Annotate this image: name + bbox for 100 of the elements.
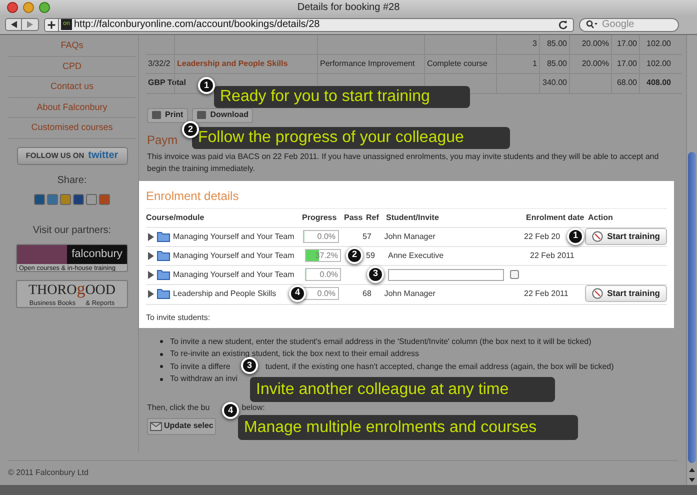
download-button[interactable]: Download	[192, 108, 254, 122]
number-badge: 4	[222, 402, 239, 419]
reload-icon[interactable]	[557, 18, 569, 30]
invoice-cell: 102.00	[646, 58, 671, 70]
course-name: Leadership and People Skills	[173, 288, 276, 300]
column-header: Pass	[344, 212, 364, 224]
partners-label: Visit our partners:	[32, 224, 112, 238]
close-icon[interactable]	[7, 2, 18, 13]
back-button[interactable]	[5, 18, 22, 31]
search-placeholder: Google	[602, 18, 634, 32]
invite-checkbox[interactable]	[510, 270, 519, 279]
invoice-cell: Performance Improvement	[320, 58, 415, 70]
student-name: Anne Executive	[388, 250, 444, 262]
instruction-text: To withdraw an invi	[170, 373, 238, 386]
student-name: John Manager	[384, 230, 436, 242]
window-title: Details for booking #28	[296, 1, 401, 15]
invoice-cell: 20.00%	[582, 58, 609, 70]
share-icon[interactable]	[99, 194, 110, 204]
expand-arrow-icon[interactable]	[148, 232, 154, 240]
progress-value: 0.0%	[320, 269, 338, 280]
instruction-text: Then, click the bu	[147, 402, 210, 414]
payment-text: This invoice was paid via BACS on 22 Feb 2011. If you have unassigned enrolments, you may invite students and they will be able to accept and begin the training immediately.	[147, 150, 660, 174]
folder-icon	[157, 269, 170, 280]
maximize-icon[interactable]	[39, 2, 50, 13]
share-icon[interactable]	[73, 194, 84, 204]
share-icon[interactable]	[86, 194, 97, 204]
callout-text: Ready for you to start training	[214, 86, 470, 108]
folder-icon	[157, 288, 170, 299]
instruction-text: To invite a new student, enter the student's email address in the 'Student/Invite' column (the box next to it will be ticked)	[170, 336, 592, 348]
number-badge: 2	[182, 121, 199, 138]
start-training-button[interactable]: Start training	[585, 228, 667, 245]
invoice-cell: 102.00	[646, 38, 671, 50]
invoice-cell: 1	[532, 58, 537, 70]
expand-arrow-icon[interactable]	[148, 270, 154, 278]
thorogood-name: THOROgOOD	[28, 280, 116, 298]
minimize-icon[interactable]	[23, 2, 34, 13]
callout-text: Invite another colleague at any time	[250, 377, 555, 402]
expand-arrow-icon[interactable]	[148, 290, 154, 298]
invoice-cell: 85.00	[546, 38, 567, 50]
scrollbar-thumb[interactable]	[688, 152, 696, 463]
invoice-cell: GBP Total	[148, 77, 186, 90]
course-name: Managing Yourself and Your Team	[173, 268, 294, 280]
invite-intro: To invite students:	[146, 312, 212, 324]
enrolment-title: Enrolment details	[146, 186, 667, 208]
enrolment-date: 22 Feb 2011	[524, 288, 568, 300]
column-header: Progress	[302, 212, 338, 224]
enrolment-date: 22 Feb 20	[524, 230, 560, 242]
ref-number: 57	[362, 232, 372, 240]
expand-arrow-icon[interactable]	[148, 252, 154, 260]
invoice-cell: Complete course	[427, 58, 488, 70]
number-badge: 3	[367, 266, 384, 282]
column-header: Ref	[366, 212, 380, 224]
number-badge: 1	[567, 228, 584, 244]
forward-arrow-icon	[27, 21, 33, 28]
progress-value: 0.0%	[317, 231, 336, 242]
number-badge: 4	[289, 284, 306, 302]
folder-icon	[157, 250, 170, 261]
instruction-text: below:	[242, 402, 265, 414]
share-icon[interactable]	[47, 194, 58, 204]
falconbury-name: falconbury	[67, 244, 127, 264]
share-icon[interactable]	[34, 194, 45, 204]
instruction-text: tudent, if the existing one hasn't accepted, change the email address (again, the box will be ticked)	[265, 360, 614, 373]
student-email-field[interactable]	[388, 268, 504, 280]
start-training-button[interactable]: Start training	[585, 285, 667, 302]
invoice-cell: 408.00	[646, 77, 671, 90]
share-label: Share:	[57, 174, 87, 188]
ref-number: 59	[366, 250, 375, 260]
add-icon[interactable]	[45, 18, 59, 30]
column-header: Course/module	[146, 212, 206, 224]
url-text: http://falconburyonline.com/account/bookings/details/28	[73, 18, 321, 32]
column-header: Enrolment date	[526, 212, 586, 224]
student-name: John Manager	[384, 288, 436, 300]
update-enrolments-button[interactable]: Update selec	[147, 418, 216, 434]
enrolment-date: 22 Feb 2011	[530, 250, 574, 262]
invoice-cell: 3/32/2	[148, 58, 170, 70]
course-name: Managing Yourself and Your Team	[173, 230, 294, 242]
number-badge: 2	[346, 246, 363, 264]
number-badge: 3	[241, 357, 258, 374]
search-icon	[586, 20, 598, 29]
folder-icon	[157, 231, 170, 242]
back-arrow-icon	[10, 21, 16, 28]
invoice-cell: 20.00%	[582, 38, 609, 50]
scrollbar[interactable]	[686, 35, 697, 485]
callout-text: Follow the progress of your colleague	[192, 127, 510, 149]
footer-text: © 2011 Falconbury Ltd	[8, 467, 90, 479]
invoice-cell: 17.00	[616, 58, 637, 70]
share-icon[interactable]	[60, 194, 71, 204]
invoice-cell: 85.00	[546, 58, 567, 70]
column-header: Action	[588, 212, 613, 224]
instruction-text: To invite a differe	[170, 360, 230, 373]
column-header: Student/Invite	[386, 212, 440, 224]
envelope-icon	[150, 422, 162, 430]
invoice-cell: 68.00	[616, 77, 637, 90]
print-button[interactable]: Print	[147, 108, 188, 122]
invoice-cell: 340.00	[542, 77, 567, 90]
ref-number: 68	[362, 288, 372, 298]
payment-heading: Paym	[147, 132, 178, 146]
progress-value: 0.0%	[317, 288, 336, 299]
invoice-cell: 3	[532, 38, 537, 50]
invoice-cell: 17.00	[616, 38, 637, 50]
